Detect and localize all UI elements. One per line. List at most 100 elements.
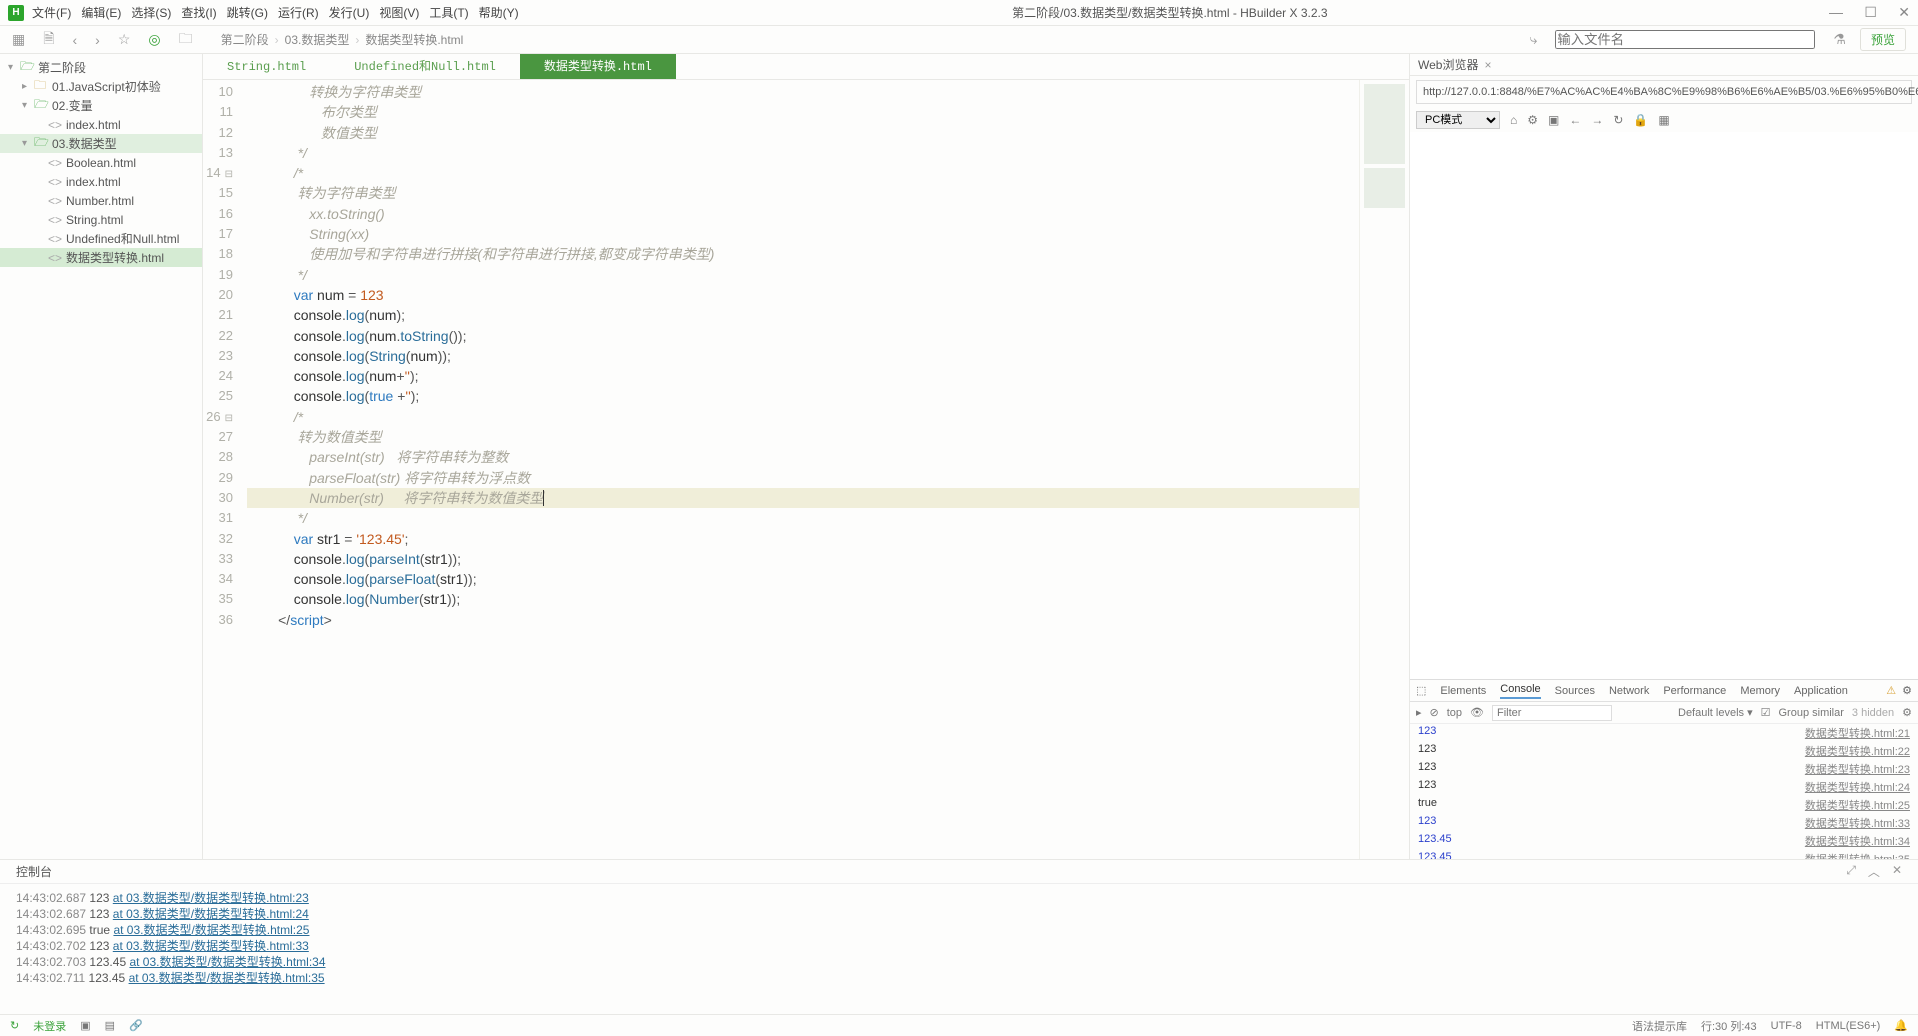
code-line[interactable]: console.log(num.toString());: [247, 326, 1359, 346]
devtools-tab[interactable]: Performance: [1663, 685, 1726, 697]
console-source-link[interactable]: 数据类型转换.html:33: [1805, 815, 1910, 831]
qr-icon[interactable]: ▦: [1658, 113, 1669, 127]
editor-tab[interactable]: 数据类型转换.html: [520, 54, 676, 79]
breadcrumb-item[interactable]: 第二阶段: [221, 31, 269, 48]
bell-icon[interactable]: 🔔: [1894, 1019, 1908, 1032]
code-line[interactable]: var str1 = '123.45';: [247, 529, 1359, 549]
tree-item[interactable]: ▸🗀01.JavaScript初体验: [0, 77, 202, 96]
minimap[interactable]: [1359, 80, 1409, 859]
menu-item[interactable]: 视图(V): [379, 6, 419, 20]
minimize-icon[interactable]: —: [1829, 4, 1843, 20]
code-line[interactable]: */: [247, 143, 1359, 163]
log-source-link[interactable]: at 03.数据类型/数据类型转换.html:35: [129, 971, 325, 985]
editor[interactable]: 1011121314⊟151617181920212223242526⊟2728…: [203, 80, 1409, 859]
browser-mode-select[interactable]: PC模式: [1416, 111, 1500, 129]
code-line[interactable]: console.log(num+'');: [247, 366, 1359, 386]
devtools-tab[interactable]: Memory: [1740, 685, 1780, 697]
sync-icon[interactable]: ↻: [10, 1019, 19, 1032]
console-source-link[interactable]: 数据类型转换.html:22: [1805, 743, 1910, 759]
console-source-link[interactable]: 数据类型转换.html:24: [1805, 779, 1910, 795]
close-icon[interactable]: ×: [1484, 58, 1491, 72]
code-line[interactable]: */: [247, 265, 1359, 285]
console-output[interactable]: 123数据类型转换.html:21123数据类型转换.html:22123数据类…: [1410, 724, 1918, 859]
encoding[interactable]: UTF-8: [1771, 1020, 1802, 1032]
gear-icon[interactable]: ⚙: [1527, 113, 1538, 127]
warning-icon[interactable]: ⚠: [1886, 684, 1896, 697]
tree-item[interactable]: <>index.html: [0, 115, 202, 134]
tree-item[interactable]: <>Undefined和Null.html: [0, 229, 202, 248]
code-line[interactable]: /*: [247, 407, 1359, 427]
star-icon[interactable]: ☆: [118, 31, 131, 48]
editor-tab[interactable]: Undefined和Null.html: [330, 54, 520, 79]
code-line[interactable]: 转换为字符串类型: [247, 82, 1359, 102]
code-line[interactable]: 布尔类型: [247, 102, 1359, 122]
settings-icon[interactable]: ⚙: [1902, 684, 1912, 697]
code-line[interactable]: parseInt(str) 将字符串转为整数: [247, 447, 1359, 467]
home-icon[interactable]: ⌂: [1510, 113, 1517, 127]
browser-tab[interactable]: Web浏览器 ×: [1410, 54, 1918, 76]
devtools-tab[interactable]: Sources: [1555, 685, 1595, 697]
breadcrumb-item[interactable]: 03.数据类型: [285, 31, 350, 48]
console-log-body[interactable]: 14:43:02.687 123 at 03.数据类型/数据类型转换.html:…: [0, 884, 1918, 1014]
back-icon[interactable]: ‹: [73, 32, 78, 48]
eye-icon[interactable]: 👁: [1470, 706, 1484, 719]
inspect-icon[interactable]: ⬚: [1416, 684, 1426, 697]
clear-icon[interactable]: ⊘: [1430, 706, 1439, 719]
log-source-link[interactable]: at 03.数据类型/数据类型转换.html:23: [113, 891, 309, 905]
filter-icon[interactable]: ⚗: [1833, 31, 1846, 48]
code-line[interactable]: console.log(parseFloat(str1));: [247, 569, 1359, 589]
preview-button[interactable]: 预览: [1860, 28, 1906, 51]
lock-icon[interactable]: 🔒: [1633, 113, 1648, 127]
menu-item[interactable]: 发行(U): [329, 6, 370, 20]
tree-item[interactable]: <>Boolean.html: [0, 153, 202, 172]
code-line[interactable]: console.log(Number(str1));: [247, 589, 1359, 609]
console-source-link[interactable]: 数据类型转换.html:21: [1805, 725, 1910, 741]
breadcrumb-item[interactable]: 数据类型转换.html: [365, 31, 463, 48]
menu-item[interactable]: 运行(R): [278, 6, 319, 20]
code-line[interactable]: 数值类型: [247, 123, 1359, 143]
terminal-icon[interactable]: ▣: [80, 1019, 90, 1032]
tree-item[interactable]: ▾🗁第二阶段: [0, 58, 202, 77]
syntax-hint[interactable]: 语法提示库: [1632, 1018, 1687, 1034]
devtools-tab[interactable]: Elements: [1440, 685, 1486, 697]
menu-item[interactable]: 文件(F): [32, 6, 71, 20]
console-source-link[interactable]: 数据类型转换.html:25: [1805, 797, 1910, 813]
search-icon[interactable]: ⤷: [1530, 31, 1538, 48]
tree-item[interactable]: ▾🗁02.变量: [0, 96, 202, 115]
target-icon[interactable]: ◎: [148, 31, 160, 48]
code-line[interactable]: console.log(num);: [247, 305, 1359, 325]
log-source-link[interactable]: at 03.数据类型/数据类型转换.html:34: [129, 955, 325, 969]
menu-item[interactable]: 工具(T): [429, 6, 468, 20]
filter-input[interactable]: [1492, 705, 1612, 721]
tree-item[interactable]: <>数据类型转换.html: [0, 248, 202, 267]
expand-icon[interactable]: ⤢: [1846, 863, 1856, 880]
tree-item[interactable]: <>index.html: [0, 172, 202, 191]
tree-item[interactable]: ▾🗁03.数据类型: [0, 134, 202, 153]
menu-item[interactable]: 跳转(G): [227, 6, 268, 20]
editor-tab[interactable]: String.html: [203, 54, 330, 79]
menu-item[interactable]: 编辑(E): [81, 6, 121, 20]
play-icon[interactable]: ▸: [1416, 706, 1422, 719]
console-source-link[interactable]: 数据类型转换.html:34: [1805, 833, 1910, 849]
group-checkbox[interactable]: ☑: [1761, 706, 1771, 719]
stop-icon[interactable]: ▣: [1548, 113, 1559, 127]
log-levels[interactable]: Default levels ▾: [1678, 706, 1753, 719]
code-line[interactable]: console.log(String(num));: [247, 346, 1359, 366]
language-mode[interactable]: HTML(ES6+): [1816, 1020, 1881, 1032]
forward-icon[interactable]: →: [1591, 113, 1603, 127]
menu-item[interactable]: 查找(I): [181, 6, 216, 20]
tree-item[interactable]: <>Number.html: [0, 191, 202, 210]
code-line[interactable]: var num = 123: [247, 285, 1359, 305]
clear-icon[interactable]: ✕: [1892, 863, 1902, 880]
url-bar[interactable]: http://127.0.0.1:8848/%E7%AC%AC%E4%BA%8C…: [1416, 80, 1912, 104]
devtools-tab[interactable]: Console: [1500, 683, 1540, 699]
settings-icon[interactable]: ⚙: [1902, 706, 1912, 719]
folder-icon[interactable]: 🗀: [179, 28, 193, 52]
context-select[interactable]: top: [1447, 707, 1462, 719]
code-line[interactable]: console.log(true +'');: [247, 386, 1359, 406]
console-source-link[interactable]: 数据类型转换.html:35: [1805, 851, 1910, 859]
code-line[interactable]: /*: [247, 163, 1359, 183]
code-area[interactable]: 转换为字符串类型 布尔类型 数值类型 */ /* 转为字符串类型 xx.toSt…: [239, 80, 1359, 859]
file-filter-input[interactable]: [1555, 30, 1815, 49]
tree-item[interactable]: <>String.html: [0, 210, 202, 229]
